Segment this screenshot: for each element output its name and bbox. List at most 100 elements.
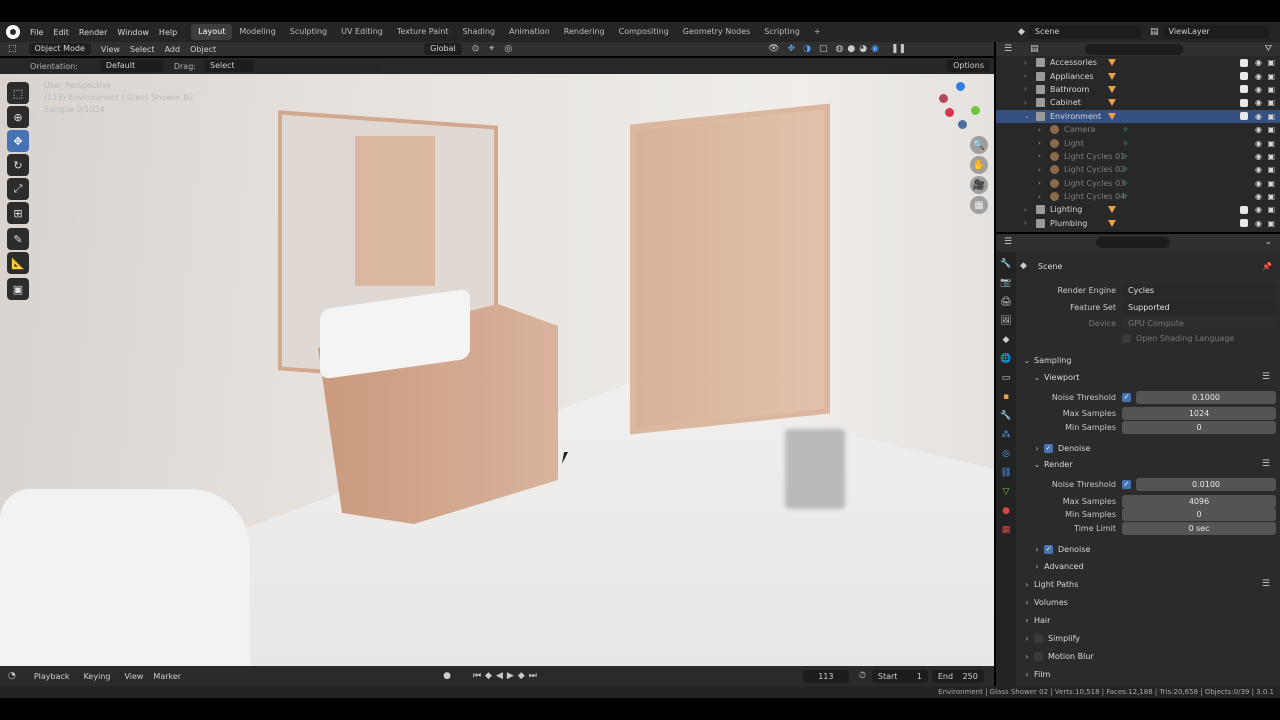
exclude-checkbox[interactable] <box>1240 85 1248 94</box>
view-layer-field[interactable]: ViewLayer <box>1162 25 1269 39</box>
material-tab-icon[interactable]: ● <box>999 504 1013 518</box>
end-frame-field[interactable]: End 250 <box>931 669 984 683</box>
vp-noise-threshold-checkbox[interactable]: ✓ <box>1122 392 1131 402</box>
transform-tool-icon[interactable]: ⊞ <box>7 202 29 224</box>
outliner-row[interactable]: › Bathroom ◉ ▣ <box>996 83 1280 96</box>
render-camera-icon[interactable]: ▣ <box>1267 139 1275 148</box>
menu-render[interactable]: Render <box>79 28 107 37</box>
xray-icon[interactable]: ▢ <box>819 44 828 54</box>
expand-arrow-icon[interactable]: › <box>1038 126 1041 134</box>
visibility-eye-icon[interactable]: ◉ <box>1255 112 1262 121</box>
r-max-samples-field[interactable]: 4096 <box>1122 494 1276 508</box>
tab-sculpting[interactable]: Sculpting <box>283 24 334 40</box>
outliner-row[interactable]: › Light Cycles 04 ✧ ◉ ▣ <box>996 190 1280 203</box>
light-paths-section[interactable]: › Light Paths ☰ <box>1020 576 1276 592</box>
visibility-eye-icon[interactable]: ◉ <box>1255 58 1262 67</box>
3d-viewport[interactable]: User Perspective (113) Environment | Gla… <box>0 74 994 666</box>
outliner-row[interactable]: › Light Cycles 02 ✧ ◉ ▣ <box>996 163 1280 176</box>
motion-blur-section[interactable]: › Motion Blur <box>1020 648 1276 664</box>
jump-start-icon[interactable]: ⏮ <box>473 671 481 681</box>
annotate-tool-icon[interactable]: ✎ <box>7 228 29 250</box>
rendered-shading-icon[interactable]: ◉ <box>871 44 879 54</box>
vp-denoise-checkbox[interactable]: ✓ <box>1044 443 1053 453</box>
blender-logo-icon[interactable] <box>6 25 20 39</box>
viewport-presets-icon[interactable]: ☰ <box>1262 372 1270 382</box>
scale-tool-icon[interactable]: ⤢ <box>7 178 29 200</box>
outliner-row[interactable]: › Light Cycles 03 ✧ ◉ ▣ <box>996 177 1280 190</box>
motion-blur-checkbox[interactable] <box>1034 651 1043 661</box>
sampling-section[interactable]: ⌄ Sampling <box>1020 352 1276 368</box>
add-workspace-button[interactable]: + <box>807 24 828 40</box>
visibility-eye-icon[interactable]: ◉ <box>1255 179 1262 188</box>
constraints-tab-icon[interactable]: ⛓ <box>999 466 1013 480</box>
visibility-eye-icon[interactable]: ◉ <box>1255 85 1262 94</box>
menu-select[interactable]: Select <box>130 45 155 54</box>
material-shading-icon[interactable]: ◕ <box>859 44 867 54</box>
outliner-row[interactable]: ⌄ Environment ◉ ▣ <box>996 109 1280 123</box>
expand-arrow-icon[interactable]: › <box>1038 179 1041 187</box>
proportional-icon[interactable]: ◎ <box>504 44 512 54</box>
gizmo-x-axis-icon[interactable] <box>945 108 954 117</box>
expand-arrow-icon[interactable]: › <box>1038 193 1041 201</box>
expand-arrow-icon[interactable]: › <box>1024 59 1027 67</box>
outliner-editor-icon[interactable]: ☰ <box>1004 44 1012 54</box>
viewport-subsection[interactable]: ⌄ Viewport ☰ <box>1030 369 1276 385</box>
visibility-eye-icon[interactable]: ◉ <box>1255 139 1262 148</box>
zoom-icon[interactable]: 🔍 <box>970 136 988 154</box>
outliner-row[interactable]: › Light ✧ ◉ ▣ <box>996 136 1280 149</box>
output-tab-icon[interactable]: 🖨 <box>999 295 1013 309</box>
pan-hand-icon[interactable]: ✋ <box>970 156 988 174</box>
particles-tab-icon[interactable]: ⁂ <box>999 428 1013 442</box>
volumes-section[interactable]: › Volumes <box>1020 594 1276 610</box>
expand-arrow-icon[interactable]: › <box>1024 85 1027 93</box>
drag-dropdown[interactable]: Select Box <box>203 60 254 82</box>
menu-window[interactable]: Window <box>117 28 149 37</box>
render-engine-dropdown[interactable]: Cycles <box>1122 283 1276 297</box>
render-subsection[interactable]: ⌄ Render ☰ <box>1030 456 1276 472</box>
tab-layout[interactable]: Layout <box>191 24 233 40</box>
current-frame-field[interactable]: 113 <box>802 669 849 683</box>
outliner-display-mode-icon[interactable]: ▤ <box>1030 44 1039 54</box>
gizmo-z-axis-icon[interactable] <box>956 82 965 91</box>
expand-arrow-icon[interactable]: › <box>1038 139 1041 147</box>
transform-orientation-dropdown[interactable]: Global <box>424 43 462 55</box>
add-cube-tool-icon[interactable]: ▣ <box>7 278 29 300</box>
render-camera-icon[interactable]: ▣ <box>1267 192 1275 201</box>
tab-rendering[interactable]: Rendering <box>557 24 612 40</box>
expand-arrow-icon[interactable]: › <box>1038 152 1041 160</box>
visibility-eye-icon[interactable]: ◉ <box>1255 192 1262 201</box>
tab-scripting[interactable]: Scripting <box>757 24 807 40</box>
menu-object[interactable]: Object <box>190 45 216 54</box>
menu-keying[interactable]: Keying <box>84 672 111 681</box>
outliner-row[interactable]: › Plumbing ◉ ▣ <box>996 217 1280 230</box>
visibility-eye-icon[interactable]: ◉ <box>1255 72 1262 81</box>
render-tab-icon[interactable]: 📷 <box>999 276 1013 290</box>
camera-view-icon[interactable]: 🎥 <box>970 176 988 194</box>
editor-type-icon[interactable]: ⬚ <box>8 44 17 54</box>
jump-end-icon[interactable]: ⏭ <box>529 671 537 681</box>
render-camera-icon[interactable]: ▣ <box>1267 58 1275 67</box>
menu-add[interactable]: Add <box>165 45 181 54</box>
menu-edit[interactable]: Edit <box>53 28 69 37</box>
start-frame-field[interactable]: Start 1 <box>871 669 928 683</box>
simplify-section[interactable]: › Simplify <box>1020 630 1276 646</box>
outliner-search-input[interactable] <box>1084 43 1183 55</box>
visibility-eye-icon[interactable]: ◉ <box>1255 165 1262 174</box>
measure-tool-icon[interactable]: 📐 <box>7 252 29 274</box>
visibility-eye-icon[interactable]: ◉ <box>1255 125 1262 134</box>
advanced-subsection[interactable]: › Advanced <box>1030 558 1276 574</box>
visibility-eye-icon[interactable]: ◉ <box>1255 219 1262 228</box>
properties-editor-icon[interactable]: ☰ <box>1004 237 1012 247</box>
render-camera-icon[interactable]: ▣ <box>1267 152 1275 161</box>
vp-min-samples-field[interactable]: 0 <box>1122 420 1276 434</box>
render-camera-icon[interactable]: ▣ <box>1267 85 1275 94</box>
menu-view[interactable]: View <box>101 45 120 54</box>
next-keyframe-icon[interactable]: ◆ <box>518 671 525 681</box>
overlay-toggle-icon[interactable]: ◑ <box>803 44 811 54</box>
world-tab-icon[interactable]: 🌐 <box>999 352 1013 366</box>
render-camera-icon[interactable]: ▣ <box>1267 72 1275 81</box>
exclude-checkbox[interactable] <box>1240 98 1248 107</box>
render-camera-icon[interactable]: ▣ <box>1267 98 1275 107</box>
data-tab-icon[interactable]: ▽ <box>999 485 1013 499</box>
properties-options-icon[interactable]: ⌄ <box>1264 237 1272 247</box>
